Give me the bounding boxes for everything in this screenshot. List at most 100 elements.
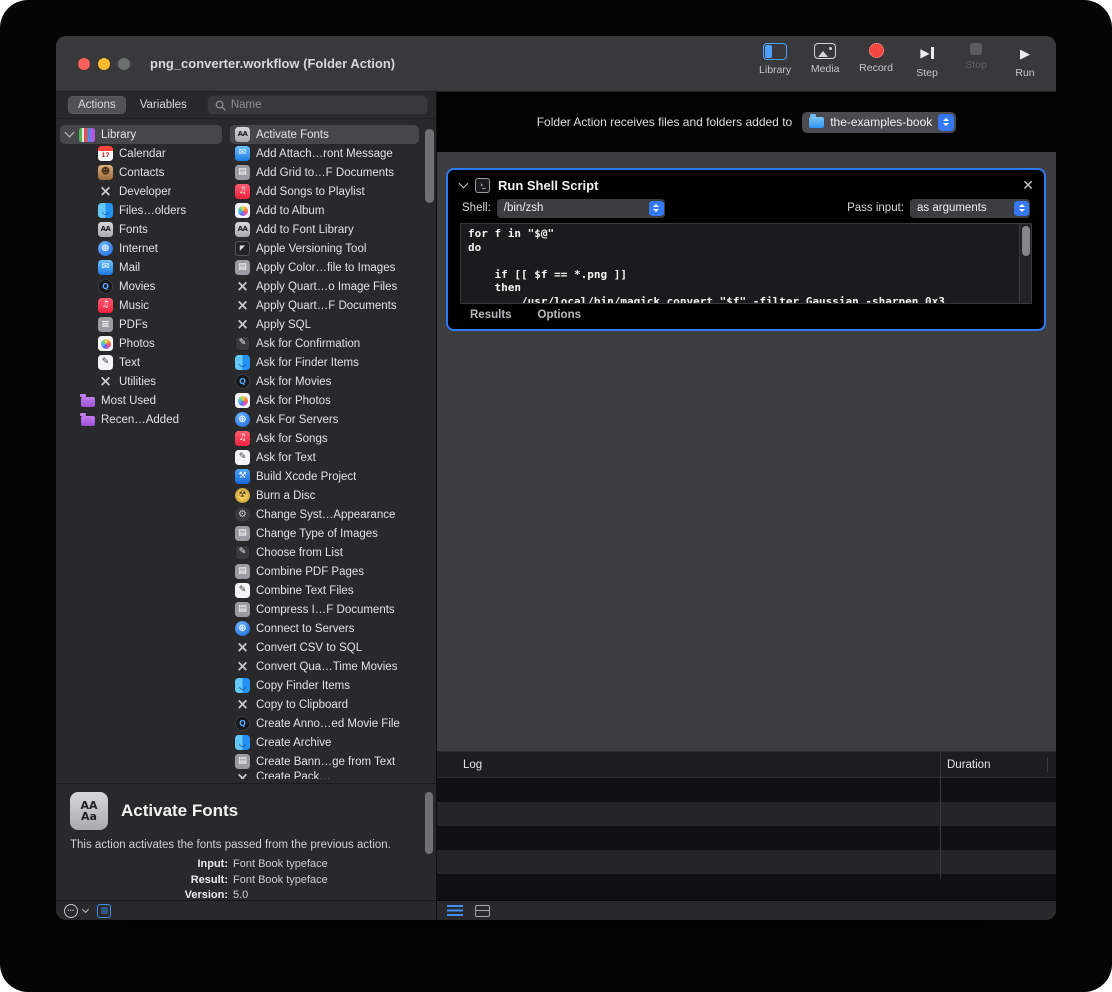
disclosure-chevron-icon[interactable] — [459, 179, 469, 189]
log-list-view-icon[interactable] — [447, 905, 463, 916]
log-stack-view-icon[interactable] — [475, 905, 490, 917]
action-item-change-type-of-images[interactable]: Change Type of Images — [230, 524, 419, 543]
sidebar-item-developer[interactable]: Developer — [60, 182, 222, 201]
action-item-apply-color-file-to-images[interactable]: Apply Color…file to Images — [230, 258, 419, 277]
minimize-window-button[interactable] — [98, 58, 110, 70]
toolbar-record-button[interactable]: Record — [859, 43, 893, 74]
sidebar-item-fonts[interactable]: Fonts — [60, 220, 222, 239]
tab-variables[interactable]: Variables — [130, 96, 197, 114]
duration-column-header: Duration — [947, 759, 990, 771]
action-item-copy-to-clipboard[interactable]: Copy to Clipboard — [230, 695, 419, 714]
action-item-add-songs-to-playlist[interactable]: Add Songs to Playlist — [230, 182, 419, 201]
options-tab[interactable]: Options — [538, 309, 581, 321]
sidebar-item-pdfs[interactable]: PDFs — [60, 315, 222, 334]
action-item-create-anno-ed-movie-file[interactable]: Create Anno…ed Movie File — [230, 714, 419, 733]
action-item-add-to-album[interactable]: Add to Album — [230, 201, 419, 220]
code-scrollbar[interactable] — [1019, 224, 1031, 303]
sidebar-item-calendar[interactable]: Calendar — [60, 144, 222, 163]
sidebar-toggle-icon — [763, 43, 787, 60]
action-item-convert-csv-to-sql[interactable]: Convert CSV to SQL — [230, 638, 419, 657]
action-menu-icon[interactable] — [64, 904, 78, 918]
action-item-ask-for-movies[interactable]: Ask for Movies — [230, 372, 419, 391]
action-item-label: Ask for Finder Items — [256, 357, 359, 369]
action-item-ask-for-text[interactable]: Ask for Text — [230, 448, 419, 467]
tab-actions[interactable]: Actions — [68, 96, 126, 114]
action-item-label: Apply Color…file to Images — [256, 262, 395, 274]
action-item-apple-versioning-tool[interactable]: Apple Versioning Tool — [230, 239, 419, 258]
description-scrollbar-thumb[interactable] — [425, 792, 433, 854]
action-item-label: Convert Qua…Time Movies — [256, 661, 397, 673]
action-item-ask-for-servers[interactable]: Ask For Servers — [230, 410, 419, 429]
sidebar-item-label: Recen…Added — [101, 414, 179, 426]
action-item-apply-quart-f-documents[interactable]: Apply Quart…F Documents — [230, 296, 419, 315]
action-item-add-grid-to-f-documents[interactable]: Add Grid to…F Documents — [230, 163, 419, 182]
toolbar-library-button[interactable]: Library — [759, 43, 791, 76]
action-item-change-syst-appearance[interactable]: Change Syst…Appearance — [230, 505, 419, 524]
pass-input-popup-button[interactable]: as arguments — [910, 199, 1030, 218]
shell-script-code[interactable]: for f in "$@" do if [[ $f == *.png ]] th… — [468, 227, 1015, 304]
xtools-icon — [235, 640, 250, 655]
fontbook-icon — [235, 127, 250, 142]
action-item-apply-sql[interactable]: Apply SQL — [230, 315, 419, 334]
automator-icon — [235, 545, 250, 560]
code-scrollbar-thumb[interactable] — [1022, 226, 1030, 256]
action-item-add-to-font-library[interactable]: Add to Font Library — [230, 220, 419, 239]
toolbar-media-button[interactable]: Media — [810, 43, 840, 75]
action-item-ask-for-photos[interactable]: Ask for Photos — [230, 391, 419, 410]
results-tab[interactable]: Results — [470, 309, 512, 321]
action-item-create-archive[interactable]: Create Archive — [230, 733, 419, 752]
scrollbar-thumb[interactable] — [425, 129, 434, 203]
folder-popup-button[interactable]: the-examples-book — [802, 112, 956, 133]
sidebar-item-photos[interactable]: Photos — [60, 334, 222, 353]
close-window-button[interactable] — [78, 58, 90, 70]
field-value: Font Book typeface — [233, 857, 422, 873]
action-item-build-xcode-project[interactable]: Build Xcode Project — [230, 467, 419, 486]
sidebar-item-library[interactable]: Library — [60, 125, 222, 144]
chevron-down-icon[interactable] — [82, 906, 89, 913]
toolbar-run-button[interactable]: Run — [1010, 43, 1040, 79]
category-tree: LibraryCalendarContactsDeveloperFiles…ol… — [56, 119, 226, 783]
sidebar-item-movies[interactable]: Movies — [60, 277, 222, 296]
close-action-icon[interactable]: ✕ — [1022, 179, 1034, 193]
action-item-activate-fonts[interactable]: Activate Fonts — [230, 125, 419, 144]
run-shell-script-action[interactable]: Run Shell Script ✕ Shell: /bin/zsh Pass … — [446, 168, 1046, 331]
sidebar-item-internet[interactable]: Internet — [60, 239, 222, 258]
action-item-convert-qua-time-movies[interactable]: Convert Qua…Time Movies — [230, 657, 419, 676]
zoom-window-button[interactable] — [118, 58, 130, 70]
action-item-compress-i-f-documents[interactable]: Compress I…F Documents — [230, 600, 419, 619]
disclosure-chevron-icon[interactable] — [65, 128, 75, 138]
sidebar-item-contacts[interactable]: Contacts — [60, 163, 222, 182]
action-item-add-attach-ront-message[interactable]: Add Attach…ront Message — [230, 144, 419, 163]
action-item-choose-from-list[interactable]: Choose from List — [230, 543, 419, 562]
action-item-ask-for-confirmation[interactable]: Ask for Confirmation — [230, 334, 419, 353]
sidebar-item-music[interactable]: Music — [60, 296, 222, 315]
action-item-create-bann-ge-from-text[interactable]: Create Bann…ge from Text — [230, 752, 419, 771]
shell-popup-button[interactable]: /bin/zsh — [497, 199, 665, 218]
action-item-apply-quart-o-image-files[interactable]: Apply Quart…o Image Files — [230, 277, 419, 296]
toolbar-button-label: Media — [811, 63, 840, 75]
action-item-ask-for-finder-items[interactable]: Ask for Finder Items — [230, 353, 419, 372]
media-browser-toggle-icon[interactable] — [97, 904, 111, 918]
sidebar-item-mail[interactable]: Mail — [60, 258, 222, 277]
shell-script-editor[interactable]: for f in "$@" do if [[ $f == *.png ]] th… — [460, 223, 1032, 304]
action-item-label: Choose from List — [256, 547, 343, 559]
sidebar-item-recen-added[interactable]: Recen…Added — [60, 410, 222, 429]
action-item-copy-finder-items[interactable]: Copy Finder Items — [230, 676, 419, 695]
sidebar-item-utilities[interactable]: Utilities — [60, 372, 222, 391]
action-item-ask-for-songs[interactable]: Ask for Songs — [230, 429, 419, 448]
toolbar-step-button[interactable]: Step — [912, 43, 942, 79]
action-item-burn-a-disc[interactable]: Burn a Disc — [230, 486, 419, 505]
action-item-combine-text-files[interactable]: Combine Text Files — [230, 581, 419, 600]
log-panel: Log Duration — [437, 751, 1056, 900]
pass-input-group: Pass input: as arguments — [847, 199, 1030, 218]
window-title: png_converter.workflow (Folder Action) — [150, 56, 395, 71]
action-item-connect-to-servers[interactable]: Connect to Servers — [230, 619, 419, 638]
sidebar-item-most-used[interactable]: Most Used — [60, 391, 222, 410]
actions-list-scrollbar[interactable] — [423, 119, 436, 783]
sidebar-item-text[interactable]: Text — [60, 353, 222, 372]
sidebar-item-files-olders[interactable]: Files…olders — [60, 201, 222, 220]
action-item-combine-pdf-pages[interactable]: Combine PDF Pages — [230, 562, 419, 581]
search-input[interactable]: Name — [207, 95, 428, 115]
workflow-canvas[interactable]: Run Shell Script ✕ Shell: /bin/zsh Pass … — [437, 152, 1056, 751]
action-item-create-pack[interactable]: Create Pack… — [230, 771, 419, 779]
